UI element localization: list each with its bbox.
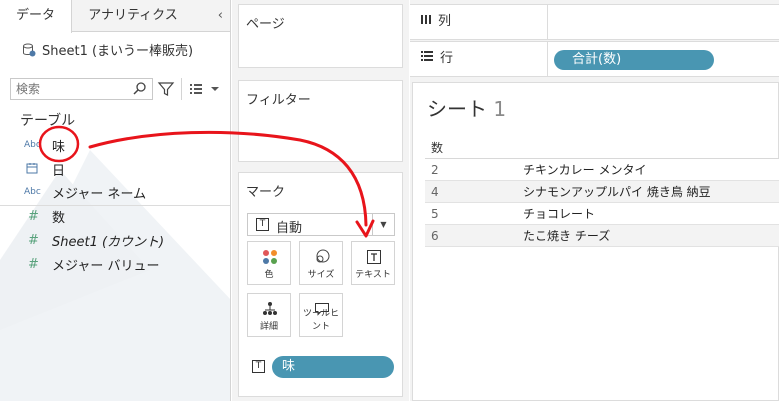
columns-shelf-label: 列	[410, 5, 548, 39]
table-cell-flavor: たこ焼き チーズ	[523, 229, 611, 243]
marks-color-button[interactable]: 色	[247, 241, 291, 285]
marks-pill-flavor[interactable]: 味	[272, 356, 394, 378]
marks-card-title: マーク	[246, 185, 286, 200]
toolbar-divider	[181, 78, 182, 100]
pages-card-title: ページ	[246, 17, 285, 32]
search-input[interactable]	[11, 79, 121, 99]
field-name: 数	[52, 210, 66, 226]
data-pane: データ アナリティクス ‹ Sheet1 (まいうー棒販売) 検索 テーブル A…	[0, 0, 231, 401]
calendar-icon	[0, 162, 52, 177]
string-type-icon: Abc	[24, 187, 41, 197]
search-icon[interactable]	[132, 81, 148, 97]
marks-button-label: 詳細	[259, 322, 278, 332]
color-dots-icon	[262, 249, 278, 265]
table-cell-flavor: シナモンアップルパイ 焼き鳥 納豆	[523, 185, 711, 199]
table-row[interactable]: 5 チョコレート	[425, 203, 779, 225]
field-measure-names[interactable]: Abc メジャー ネーム	[0, 180, 230, 204]
measure-hash-icon: #	[28, 256, 39, 272]
datasource-icon	[22, 43, 36, 57]
field-count[interactable]: # 数	[0, 204, 230, 228]
table-row[interactable]: 4 シナモンアップルパイ 焼き鳥 納豆	[425, 181, 779, 203]
filters-card[interactable]: フィルター	[238, 80, 403, 162]
field-name: メジャー ネーム	[52, 186, 147, 202]
table-header: 数	[425, 137, 779, 159]
text-mark-icon: T	[256, 218, 269, 231]
text-icon	[366, 249, 382, 265]
view-list-icon[interactable]	[187, 80, 223, 98]
chevron-left-icon[interactable]: ‹	[218, 0, 223, 32]
rows-shelf-label: 行	[410, 42, 548, 76]
sheet-title: シート 1	[427, 93, 506, 122]
field-name: Sheet1 (カウント)	[52, 234, 165, 250]
search-box[interactable]	[10, 78, 153, 100]
rows-label-text: 行	[440, 51, 454, 66]
table-row[interactable]: 6 たこ焼き チーズ	[425, 225, 779, 247]
table-cell-flavor: チョコレート	[523, 207, 596, 221]
field-search-row	[10, 78, 224, 100]
sheet-title-text: シート	[427, 97, 487, 121]
marks-size-button[interactable]: サイズ	[299, 241, 343, 285]
marks-button-label: 色	[264, 270, 274, 280]
marks-tooltip-button[interactable]: ツールヒント	[299, 293, 343, 337]
field-sheet1-count[interactable]: # Sheet1 (カウント)	[0, 228, 230, 252]
table-cell-count: 5	[431, 207, 439, 221]
pages-card[interactable]: ページ	[238, 4, 403, 68]
marks-button-label: テキスト	[355, 270, 391, 280]
field-name: 味	[52, 139, 66, 155]
data-pane-tabbar: データ アナリティクス ‹	[0, 0, 230, 33]
marks-detail-button[interactable]: 詳細	[247, 293, 291, 337]
mark-type-value: 自動	[276, 221, 303, 236]
tab-analytics[interactable]: アナリティクス	[78, 0, 188, 32]
filters-card-title: フィルター	[246, 93, 311, 108]
datasource-name: Sheet1 (まいうー棒販売)	[42, 44, 194, 59]
table-cell-flavor: チキンカレー メンタイ	[523, 163, 647, 177]
cards-pane: ページ フィルター マーク T 自動 ▼ 色 サイズ テキスト 詳細 ツールヒン…	[232, 0, 409, 401]
rows-pill-sum-count[interactable]: 合計(数)	[554, 50, 714, 70]
marks-button-label: サイズ	[307, 270, 335, 280]
columns-shelf[interactable]: 列	[410, 4, 779, 40]
size-icon	[314, 249, 330, 265]
detail-icon	[262, 301, 278, 317]
columns-label-text: 列	[438, 14, 452, 29]
measure-hash-icon: #	[28, 208, 39, 224]
table-cell-count: 6	[431, 229, 439, 243]
viz-canvas: シート 1 数 2 チキンカレー メンタイ 4 シナモンアップルパイ 焼き鳥 納…	[412, 82, 779, 401]
worksheet-pane: 列 行 合計(数) シート 1 数 2 チキンカレー メンタイ 4 シナモンアッ…	[410, 0, 779, 401]
tab-data[interactable]: データ	[0, 0, 72, 33]
text-table: 数 2 チキンカレー メンタイ 4 シナモンアップルパイ 焼き鳥 納豆 5 チョ…	[425, 137, 779, 247]
chevron-down-icon[interactable]: ▼	[372, 214, 394, 235]
text-mark-icon: T	[252, 360, 265, 373]
marks-text-button[interactable]: テキスト	[351, 241, 395, 285]
field-flavor[interactable]: Abc 味	[0, 133, 230, 157]
datasource[interactable]: Sheet1 (まいうー棒販売)	[22, 40, 193, 59]
field-date[interactable]: 日	[0, 157, 230, 181]
table-row[interactable]: 2 チキンカレー メンタイ	[425, 159, 779, 181]
string-type-icon: Abc	[24, 140, 41, 150]
field-measure-values[interactable]: # メジャー バリュー	[0, 252, 230, 276]
tables-section-label: テーブル	[20, 113, 76, 129]
field-name: 日	[52, 163, 66, 179]
sheet-title-number: 1	[493, 97, 507, 121]
rows-shelf[interactable]: 行 合計(数)	[410, 41, 779, 77]
table-cell-count: 4	[431, 185, 439, 199]
table-cell-count: 2	[431, 163, 439, 177]
columns-icon	[420, 5, 432, 39]
field-name: メジャー バリュー	[52, 258, 160, 274]
measure-hash-icon: #	[28, 232, 39, 248]
marks-button-label: ツールヒント	[302, 309, 339, 332]
rows-icon	[420, 42, 434, 76]
mark-type-select[interactable]: T 自動 ▼	[247, 213, 395, 236]
filter-icon[interactable]	[157, 80, 175, 98]
